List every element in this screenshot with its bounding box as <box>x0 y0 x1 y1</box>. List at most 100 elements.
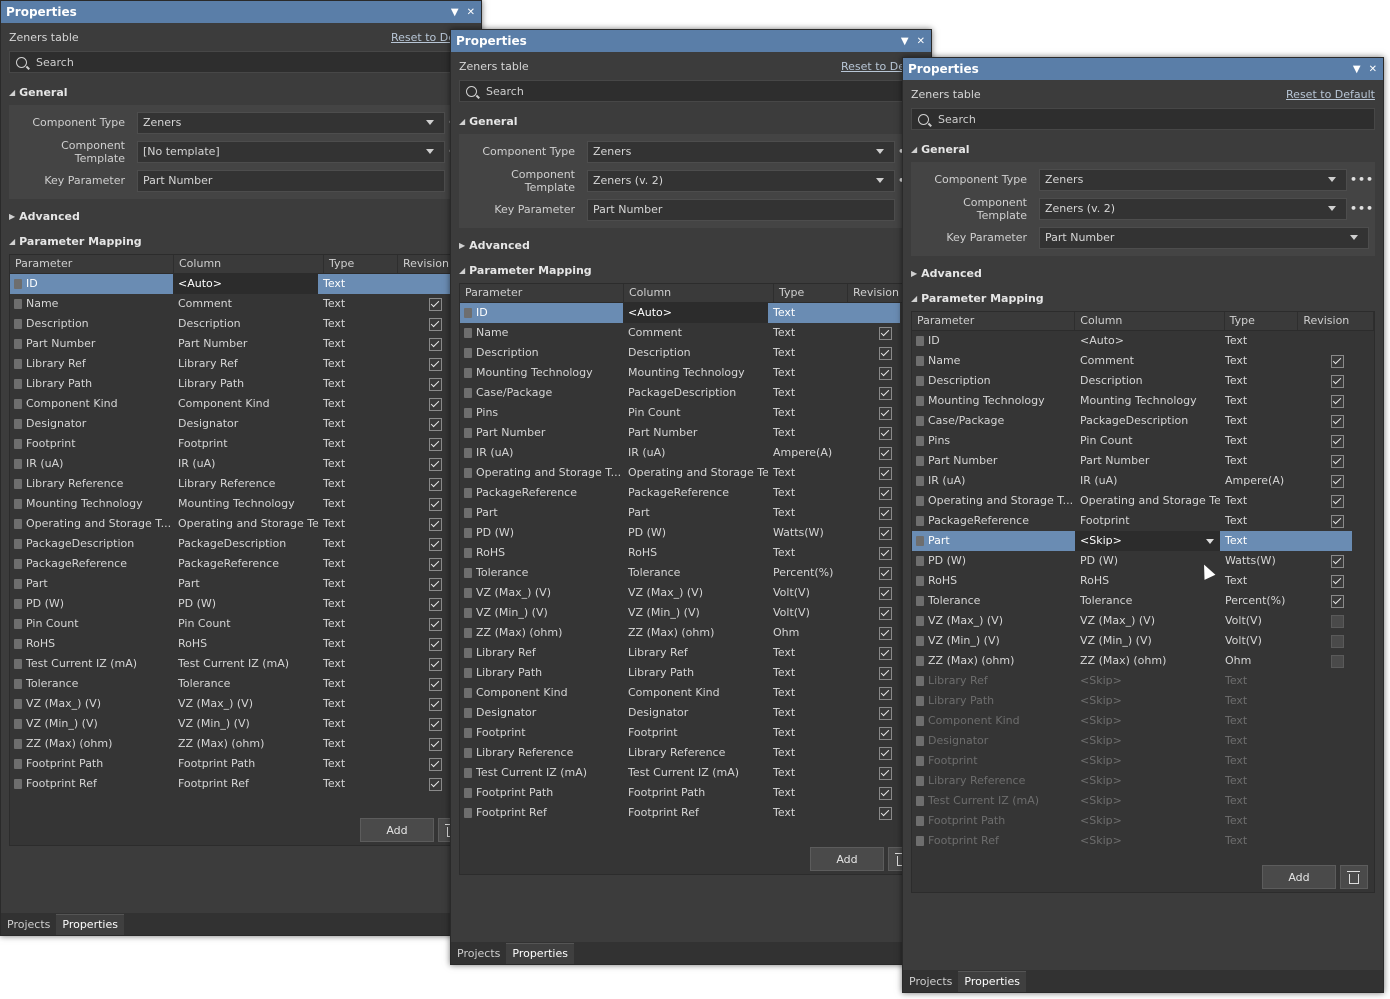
revision-checkbox[interactable] <box>879 606 892 620</box>
revision-checkbox[interactable] <box>429 397 442 411</box>
section-advanced[interactable]: ▶ Advanced <box>451 232 931 258</box>
parameter-cell[interactable]: Library Path <box>10 374 173 394</box>
close-icon[interactable]: ✕ <box>917 36 925 47</box>
table-row[interactable]: Library Ref Library Ref Text <box>10 354 472 374</box>
revision-checkbox[interactable] <box>879 586 892 600</box>
column-cell[interactable]: VZ (Min_) (V) <box>1075 631 1220 651</box>
table-row[interactable]: ID <Auto> Text <box>460 303 922 323</box>
add-button[interactable]: Add <box>810 847 884 871</box>
column-cell[interactable]: Mounting Technology <box>623 363 768 383</box>
parameter-cell[interactable]: Footprint Ref <box>460 803 623 823</box>
type-cell[interactable]: Text <box>318 354 392 374</box>
type-cell[interactable]: Text <box>318 714 392 734</box>
parameter-cell[interactable]: Footprint Path <box>912 811 1075 831</box>
column-cell[interactable]: Footprint <box>623 723 768 743</box>
parameter-cell[interactable]: VZ (Min_) (V) <box>460 603 623 623</box>
type-cell[interactable]: Text <box>1220 691 1294 711</box>
table-row[interactable]: Library Reference Library Reference Text <box>10 474 472 494</box>
revision-checkbox[interactable] <box>1331 594 1344 608</box>
revision-checkbox[interactable] <box>879 426 892 440</box>
parameter-cell[interactable]: Part <box>912 531 1075 551</box>
column-cell[interactable]: PackageDescription <box>1075 411 1220 431</box>
type-cell[interactable]: Text <box>1220 331 1294 351</box>
column-cell[interactable]: Description <box>173 314 318 334</box>
revision-checkbox[interactable] <box>429 777 442 791</box>
type-cell[interactable]: Ohm <box>1220 651 1294 671</box>
tab-projects[interactable]: Projects <box>903 972 958 992</box>
type-cell[interactable]: Text <box>768 543 842 563</box>
parameter-cell[interactable]: ID <box>912 331 1075 351</box>
parameter-cell[interactable]: Library Path <box>460 663 623 683</box>
type-cell[interactable]: Text <box>318 374 392 394</box>
type-cell[interactable]: Text <box>1220 371 1294 391</box>
tab-projects[interactable]: Projects <box>1 915 56 935</box>
delete-button[interactable] <box>1340 865 1368 889</box>
parameter-cell[interactable]: Part <box>460 503 623 523</box>
chevron-down-icon[interactable] <box>1206 539 1214 544</box>
more-options-button[interactable]: ••• <box>1349 173 1375 186</box>
type-cell[interactable]: Text <box>1220 451 1294 471</box>
column-cell[interactable]: Pin Count <box>1075 431 1220 451</box>
type-cell[interactable]: Volt(V) <box>1220 611 1294 631</box>
col-header-type[interactable]: Type <box>324 255 398 273</box>
column-cell[interactable]: RoHS <box>173 634 318 654</box>
parameter-cell[interactable]: Footprint Path <box>10 754 173 774</box>
parameter-cell[interactable]: Component Kind <box>912 711 1075 731</box>
revision-checkbox[interactable] <box>879 706 892 720</box>
type-cell[interactable]: Text <box>768 703 842 723</box>
col-header-parameter[interactable]: Parameter <box>460 284 624 302</box>
table-row[interactable]: Pins Pin Count Text <box>460 403 922 423</box>
column-cell[interactable]: Part <box>173 574 318 594</box>
table-row[interactable]: VZ (Min_) (V) VZ (Min_) (V) Volt(V) <box>460 603 922 623</box>
parameter-cell[interactable]: Name <box>460 323 623 343</box>
parameter-cell[interactable]: RoHS <box>912 571 1075 591</box>
table-row[interactable]: ZZ (Max) (ohm) ZZ (Max) (ohm) Text <box>10 734 472 754</box>
parameter-cell[interactable]: Test Current IZ (mA) <box>10 654 173 674</box>
section-parameter-mapping[interactable]: ◢ Parameter Mapping <box>1 228 481 254</box>
type-cell[interactable]: Volt(V) <box>1220 631 1294 651</box>
table-row[interactable]: Name Comment Text <box>10 294 472 314</box>
parameter-cell[interactable]: Library Ref <box>912 671 1075 691</box>
parameter-cell[interactable]: IR (uA) <box>460 443 623 463</box>
column-cell[interactable]: Part Number <box>1075 451 1220 471</box>
parameter-cell[interactable]: RoHS <box>460 543 623 563</box>
column-cell[interactable]: Library Ref <box>173 354 318 374</box>
column-cell[interactable]: <Skip> <box>1075 751 1220 771</box>
type-cell[interactable]: Text <box>318 494 392 514</box>
column-cell[interactable]: <Skip> <box>1075 731 1220 751</box>
type-cell[interactable]: Text <box>318 734 392 754</box>
type-cell[interactable]: Percent(%) <box>1220 591 1294 611</box>
type-cell[interactable]: Text <box>318 614 392 634</box>
reset-to-default-link[interactable]: Reset to Default <box>1286 88 1375 101</box>
type-cell[interactable]: Text <box>768 463 842 483</box>
column-cell[interactable]: VZ (Max_) (V) <box>173 694 318 714</box>
column-cell[interactable]: PD (W) <box>173 594 318 614</box>
parameter-cell[interactable]: Operating and Storage T... <box>460 463 623 483</box>
revision-checkbox[interactable] <box>429 297 442 311</box>
table-row[interactable]: VZ (Max_) (V) VZ (Max_) (V) Volt(V) <box>912 611 1374 631</box>
revision-checkbox[interactable] <box>879 526 892 540</box>
revision-checkbox[interactable] <box>1331 634 1344 648</box>
parameter-cell[interactable]: VZ (Max_) (V) <box>10 694 173 714</box>
revision-checkbox[interactable] <box>879 366 892 380</box>
type-cell[interactable]: Text <box>318 274 392 294</box>
column-cell[interactable]: Library Ref <box>623 643 768 663</box>
close-icon[interactable]: ✕ <box>1369 64 1377 75</box>
key-parameter-select[interactable]: Part Number <box>587 198 895 221</box>
type-cell[interactable]: Text <box>1220 531 1294 551</box>
column-cell[interactable]: Mounting Technology <box>1075 391 1220 411</box>
type-cell[interactable]: Text <box>768 503 842 523</box>
table-row[interactable]: Designator Designator Text <box>10 414 472 434</box>
parameter-cell[interactable]: Mounting Technology <box>912 391 1075 411</box>
parameter-cell[interactable]: Library Path <box>912 691 1075 711</box>
table-row[interactable]: PD (W) PD (W) Watts(W) <box>912 551 1374 571</box>
column-cell[interactable]: Designator <box>623 703 768 723</box>
table-row[interactable]: Footprint Ref Footprint Ref Text <box>10 774 472 794</box>
parameter-cell[interactable]: Tolerance <box>460 563 623 583</box>
column-cell[interactable]: PackageReference <box>623 483 768 503</box>
revision-checkbox[interactable] <box>879 786 892 800</box>
revision-checkbox[interactable] <box>879 506 892 520</box>
column-cell[interactable]: Comment <box>623 323 768 343</box>
type-cell[interactable]: Text <box>768 423 842 443</box>
column-cell[interactable]: <Skip> <box>1075 811 1220 831</box>
